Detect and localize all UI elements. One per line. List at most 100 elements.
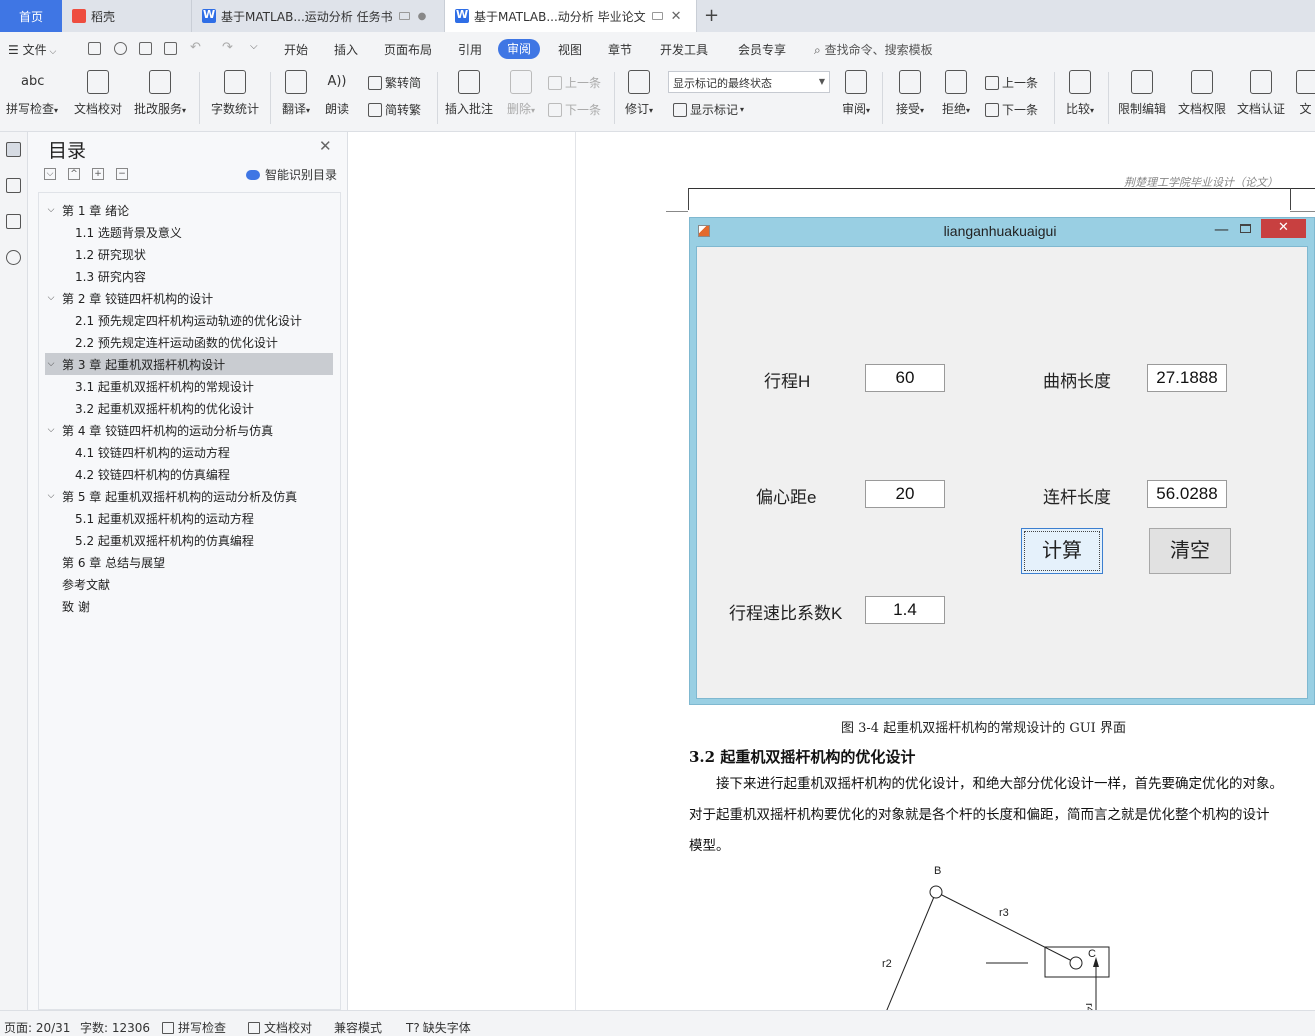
restrict-edit-button[interactable]: 限制编辑 — [1116, 70, 1168, 117]
read-aloud-button[interactable]: A)) 朗读 — [322, 70, 352, 117]
chevron-down-icon: ▼ — [818, 77, 825, 86]
page-indicator[interactable]: 页面: 20/31 — [4, 1019, 70, 1036]
doc-permission-button[interactable]: 文档权限 — [1176, 70, 1228, 117]
menu-page-layout[interactable]: 页面布局 — [384, 41, 432, 58]
close-icon[interactable]: ✕ — [671, 9, 682, 24]
missing-font-indicator[interactable]: T? 缺失字体 — [406, 1019, 471, 1036]
show-markup-button[interactable]: 显示标记 ▾ — [673, 101, 744, 118]
chapter-nav-icon[interactable] — [6, 178, 21, 193]
tab-home[interactable]: 首页 — [0, 0, 62, 32]
toc-item[interactable]: 1.3 研究内容 — [45, 265, 333, 287]
toc-item[interactable]: ⌵ 第 3 章 起重机双摇杆机构设计 — [45, 353, 333, 375]
smart-toc-button[interactable]: 智能识别目录 — [246, 166, 337, 183]
menu-chapter[interactable]: 章节 — [608, 41, 632, 58]
command-search[interactable]: ⌕ 查找命令、搜索模板 — [814, 41, 933, 58]
toc-item[interactable]: 5.1 起重机双摇杆机构的运动方程 — [45, 507, 333, 529]
toc-item[interactable]: ⌵ 第 2 章 铰链四杆机构的设计 — [45, 287, 333, 309]
label-b: B — [934, 865, 941, 877]
accept-button[interactable]: 接受▾ — [892, 70, 928, 117]
reject-button[interactable]: 拒绝▾ — [938, 70, 974, 117]
stroke-field: 60 — [865, 364, 945, 392]
undo-icon[interactable]: ↶ — [190, 40, 201, 55]
markup-state-select[interactable]: 显示标记的最终状态 ▼ — [668, 71, 830, 93]
toc-panel-icon[interactable] — [6, 142, 21, 157]
status-doc-proof[interactable]: 文档校对 — [248, 1019, 312, 1036]
chevron-down-icon[interactable]: ⌵ — [45, 425, 57, 435]
toc-item[interactable]: ⌵ 第 1 章 绪论 — [45, 199, 333, 221]
toc-item[interactable]: 参考文献 — [45, 573, 333, 595]
collapse-all-icon[interactable]: ⌵ — [44, 168, 56, 180]
prev-comment-button[interactable]: 上一条 — [548, 74, 601, 91]
word-count-indicator[interactable]: 字数: 12306 — [80, 1019, 150, 1036]
toc-item[interactable]: 1.1 选题背景及意义 — [45, 221, 333, 243]
chevron-down-icon[interactable]: ⌵ — [45, 359, 57, 369]
toc-item[interactable]: 3.1 起重机双摇杆机构的常规设计 — [45, 375, 333, 397]
new-tab-button[interactable]: + — [704, 5, 719, 26]
save-icon[interactable] — [88, 42, 101, 55]
track-changes-button[interactable]: 修订▾ — [622, 70, 656, 117]
ribbon-separator — [270, 72, 271, 124]
insert-comment-button[interactable]: 插入批注 — [444, 70, 494, 117]
toc-item[interactable]: 3.2 起重机双摇杆机构的优化设计 — [45, 397, 333, 419]
link-r2 — [886, 891, 937, 1010]
doc-auth-button[interactable]: 文档认证 — [1235, 70, 1287, 117]
translate-button[interactable]: 翻译▾ — [278, 70, 314, 117]
toc-item[interactable]: 4.1 铰链四杆机构的运动方程 — [45, 441, 333, 463]
status-spell-check[interactable]: 拼写检查 — [162, 1019, 226, 1036]
format-painter-icon[interactable] — [114, 42, 127, 55]
next-comment-label: 下一条 — [565, 103, 602, 117]
tab-daoke[interactable]: 稻壳 — [62, 0, 192, 32]
menu-insert[interactable]: 插入 — [334, 41, 358, 58]
search-icon[interactable] — [6, 250, 21, 265]
translate-label: 翻译 — [281, 102, 306, 116]
toc-item[interactable]: 2.1 预先规定四杆机构运动轨迹的优化设计 — [45, 309, 333, 331]
writer-icon — [455, 8, 469, 23]
menu-developer[interactable]: 开发工具 — [660, 41, 708, 58]
toc-item[interactable]: ⌵ 第 4 章 铰链四杆机构的运动分析与仿真 — [45, 419, 333, 441]
hamburger-icon: ☰ — [8, 43, 23, 57]
spell-check-button[interactable]: abc 拼写检查▾ — [3, 70, 61, 117]
compat-mode-indicator[interactable]: 兼容模式 — [334, 1019, 382, 1036]
toc-item[interactable]: ⌵ 第 5 章 起重机双摇杆机构的运动分析及仿真 — [45, 485, 333, 507]
document-page[interactable]: 荆楚理工学院毕业设计（论文） lianganhuakuaigui — ✕ 行程H… — [575, 132, 1315, 1010]
simp-to-trad-button[interactable]: 简转繁 — [368, 101, 421, 118]
close-icon[interactable]: ✕ — [319, 137, 332, 155]
doc-proof-button[interactable]: 文档校对 — [71, 70, 125, 117]
redo-icon[interactable]: ↷ — [222, 40, 233, 55]
menu-view[interactable]: 视图 — [558, 41, 582, 58]
remove-heading-icon[interactable]: − — [116, 168, 128, 180]
chevron-down-icon[interactable]: ⌵ — [45, 205, 57, 215]
quick-access-chevron-icon[interactable]: ⌵ — [250, 41, 258, 52]
tab-doc-thesis[interactable]: 基于MATLAB...动分析 毕业论文 ✕ — [445, 0, 697, 32]
toc-item[interactable]: 致 谢 — [45, 595, 333, 617]
file-menu[interactable]: ☰ 文件 ⌵ — [8, 41, 56, 58]
menu-start[interactable]: 开始 — [284, 41, 308, 58]
next-comment-button[interactable]: 下一条 — [548, 101, 601, 118]
annotate-service-button[interactable]: 批改服务▾ — [130, 70, 190, 117]
trad-to-simp-button[interactable]: 繁转简 — [368, 74, 421, 91]
menu-review[interactable]: 审阅 — [498, 39, 541, 59]
chevron-down-icon[interactable]: ⌵ — [45, 491, 57, 501]
next-change-button[interactable]: 下一条 — [985, 101, 1038, 118]
compare-button[interactable]: 比较▾ — [1062, 70, 1098, 117]
print-icon[interactable] — [139, 42, 152, 55]
review-pane-button[interactable]: 审阅▾ — [838, 70, 874, 117]
tab-doc-task[interactable]: 基于MATLAB...运动分析 任务书 ● — [192, 0, 445, 32]
word-count-button[interactable]: 字数统计 — [209, 70, 261, 117]
chevron-down-icon[interactable]: ⌵ — [45, 293, 57, 303]
review-ribbon: abc 拼写检查▾ 文档校对 批改服务▾ 字数统计 翻译▾ A)) 朗读 繁转简… — [0, 66, 1315, 132]
more-ribbon-button[interactable]: 文 — [1296, 70, 1315, 117]
toc-item[interactable]: 5.2 起重机双摇杆机构的仿真编程 — [45, 529, 333, 551]
delete-comment-button[interactable]: 删除▾ — [503, 70, 539, 117]
toc-item[interactable]: 4.2 铰链四杆机构的仿真编程 — [45, 463, 333, 485]
toc-item[interactable]: 1.2 研究现状 — [45, 243, 333, 265]
toc-item[interactable]: 第 6 章 总结与展望 — [45, 551, 333, 573]
add-heading-icon[interactable]: + — [92, 168, 104, 180]
expand-level-icon[interactable]: ^ — [68, 168, 80, 180]
menu-member[interactable]: 会员专享 — [738, 41, 786, 58]
toc-item[interactable]: 2.2 预先规定连杆运动函数的优化设计 — [45, 331, 333, 353]
prev-change-button[interactable]: 上一条 — [985, 74, 1038, 91]
bookmark-icon[interactable] — [6, 214, 21, 229]
print-preview-icon[interactable] — [164, 42, 177, 55]
menu-references[interactable]: 引用 — [458, 41, 482, 58]
